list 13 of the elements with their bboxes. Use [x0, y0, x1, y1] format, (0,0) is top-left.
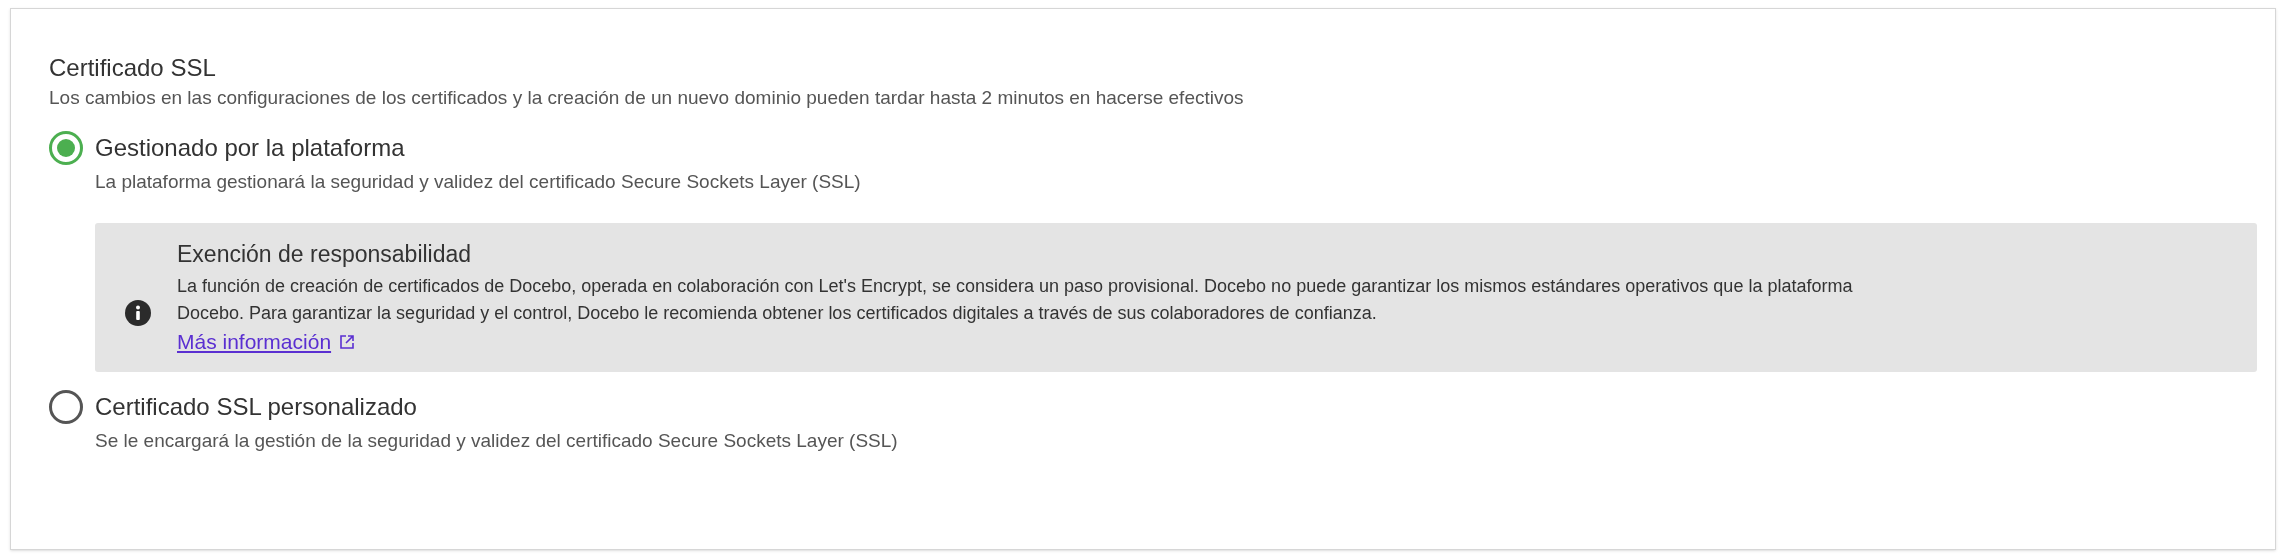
- section-title: Certificado SSL: [49, 53, 217, 83]
- radio-button[interactable]: [49, 390, 83, 424]
- option-description: La plataforma gestionará la seguridad y validez del certificado Secure Sockets Layer (SSL): [95, 170, 862, 194]
- radio-button[interactable]: [49, 131, 83, 165]
- info-icon: [125, 299, 151, 326]
- option-label: Certificado SSL personalizado: [95, 392, 417, 422]
- disclaimer-text: La función de creación de certificados de Docebo, operada en colaboración con Let's Encrypt, se considera un paso provisional. Docebo no puede garantizar los mismos estándares operativos que la plataforma Docebo. Para garantizar la seguridad y el control, Docebo le recomienda obtener los certificados digitales a través de sus colaboradores de confianza.: [177, 275, 1854, 325]
- disclaimer-title: Exención de responsabilidad: [177, 240, 473, 269]
- option-label: Gestionado por la plataforma: [95, 133, 405, 163]
- external-link-icon: [339, 334, 356, 350]
- section-description: Los cambios en las configuraciones de los certificados y la creación de un nuevo dominio pueden tardar hasta 2 minutos en hacerse efectivos: [49, 86, 1245, 110]
- more-info-link[interactable]: Más información: [177, 328, 356, 356]
- option-description: Se le encargará la gestión de la seguridad y validez del certificado Secure Sockets Layer (SSL): [95, 429, 899, 453]
